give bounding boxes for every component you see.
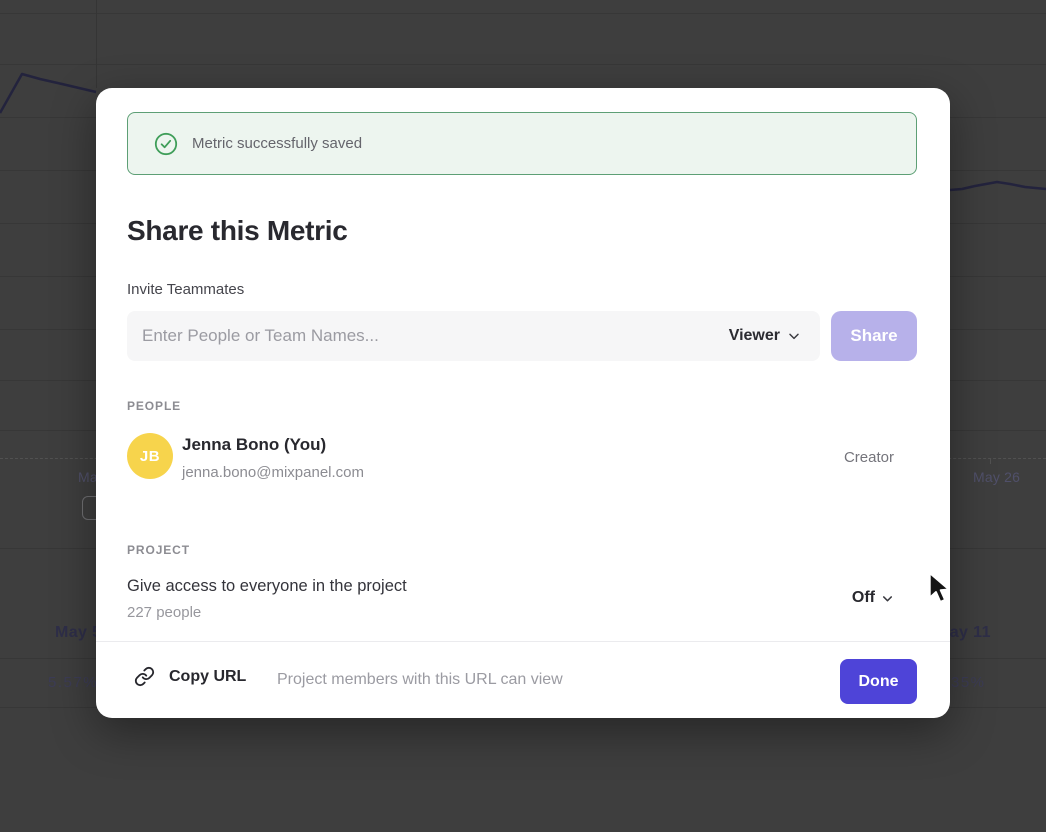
- people-section-label: PEOPLE: [127, 399, 181, 413]
- project-section-label: PROJECT: [127, 543, 190, 557]
- chevron-down-icon: [786, 328, 802, 344]
- project-access-title: Give access to everyone in the project: [127, 577, 407, 596]
- done-button[interactable]: Done: [840, 659, 917, 704]
- table-value-right: 35%: [951, 674, 986, 691]
- project-access-dropdown[interactable]: Off: [852, 589, 895, 607]
- chevron-down-icon: [880, 591, 895, 606]
- table-date-left: May 5: [55, 624, 101, 642]
- project-access-dropdown-value: Off: [852, 589, 875, 607]
- member-email: jenna.bono@mixpanel.com: [182, 464, 364, 481]
- copy-url-label: Copy URL: [169, 668, 246, 686]
- copy-url-button[interactable]: Copy URL: [134, 666, 246, 687]
- mouse-cursor: [926, 572, 952, 609]
- invite-people-input[interactable]: [142, 326, 729, 346]
- project-access-subtitle: 227 people: [127, 604, 201, 621]
- avatar: JB: [127, 433, 173, 479]
- role-dropdown-value: Viewer: [729, 327, 780, 345]
- footer-hint-text: Project members with this URL can view: [277, 671, 563, 689]
- member-role: Creator: [844, 449, 894, 466]
- member-name: Jenna Bono (You): [182, 435, 326, 455]
- success-banner: Metric successfully saved: [127, 112, 917, 175]
- role-dropdown[interactable]: Viewer: [729, 327, 802, 345]
- invite-teammates-label: Invite Teammates: [127, 281, 244, 298]
- x-axis-label-right: May 26: [973, 469, 1020, 485]
- footer-divider: [96, 641, 950, 642]
- share-button[interactable]: Share: [831, 311, 917, 361]
- modal-title: Share this Metric: [127, 215, 348, 247]
- share-metric-modal: Metric successfully saved Share this Met…: [96, 88, 950, 718]
- check-circle-icon: [154, 132, 178, 156]
- invite-input-container: Viewer: [127, 311, 820, 361]
- link-icon: [134, 666, 155, 687]
- success-banner-message: Metric successfully saved: [192, 135, 362, 152]
- table-value-left: 5.57%: [48, 674, 98, 691]
